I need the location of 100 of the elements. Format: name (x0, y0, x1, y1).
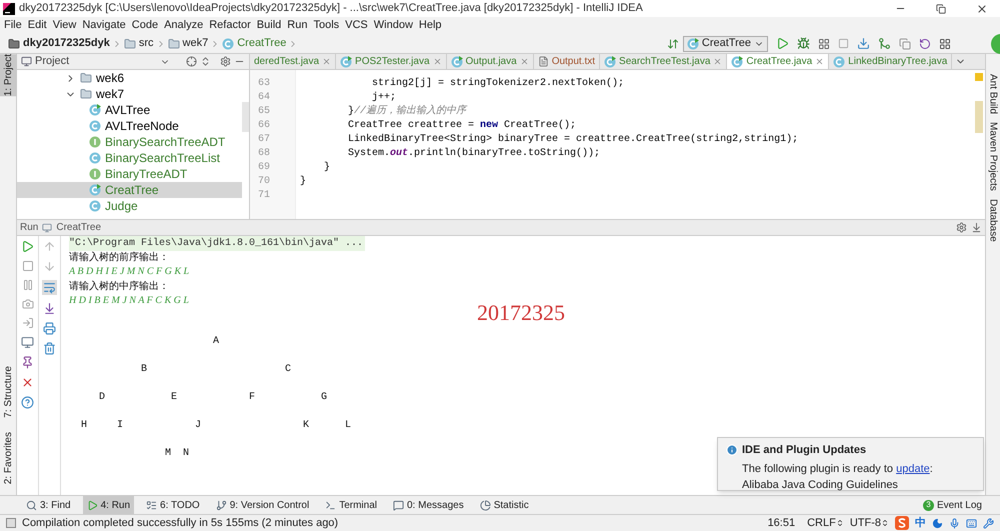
menu-item[interactable]: Run (287, 17, 308, 34)
project-panel-title[interactable]: Project (35, 54, 70, 70)
coverage-icon[interactable] (818, 38, 830, 50)
editor-tab[interactable]: Output.java (446, 54, 534, 69)
pin-icon[interactable] (21, 356, 34, 369)
line-separator[interactable]: CRLF (807, 514, 836, 531)
tool-window-stripe-button[interactable]: 1: Project (0, 54, 17, 96)
run-config-tab[interactable]: CreatTree (56, 220, 102, 235)
scroll-to-end-icon[interactable] (43, 302, 56, 315)
tool-window-tab[interactable]: Statistic (476, 496, 533, 514)
menu-item[interactable]: Tools (313, 17, 340, 34)
tool-window-tab[interactable]: 6: TODO (142, 496, 204, 514)
wrench-icon[interactable] (983, 518, 994, 528)
exit-icon[interactable] (22, 317, 34, 329)
rerun-icon[interactable] (21, 240, 34, 253)
tool-window-stripe-button[interactable]: Database (986, 198, 1000, 242)
project-tree-item[interactable]: BinaryTreeADT (17, 166, 242, 182)
editor-tab[interactable]: POS2Tester.java (336, 54, 447, 69)
menu-item[interactable]: Help (418, 17, 442, 34)
restore-icon[interactable] (936, 4, 946, 14)
layout-icon[interactable] (21, 336, 34, 349)
debug-icon[interactable] (797, 37, 810, 50)
up-down-icon[interactable] (881, 519, 889, 527)
sort-icon[interactable] (666, 38, 679, 50)
collapse-all-icon[interactable] (200, 56, 211, 67)
breadcrumb[interactable]: dky20172325dyk (6, 35, 112, 52)
menu-item[interactable]: View (52, 17, 76, 34)
code-line: CreatTree creattree = new CreatTree(); (347, 119, 578, 133)
menu-item[interactable]: VCS (345, 17, 368, 34)
keyboard-icon[interactable] (966, 518, 977, 528)
breadcrumb[interactable]: wek7 (166, 35, 210, 52)
up-down-icon[interactable] (836, 519, 844, 527)
close-tab-icon[interactable] (520, 57, 529, 66)
scrollbar[interactable] (242, 102, 249, 132)
menu-item[interactable]: Analyze (164, 17, 204, 34)
file-encoding[interactable]: UTF-8 (850, 514, 881, 531)
soft-wrap-button[interactable] (42, 280, 57, 295)
settings-icon[interactable] (956, 222, 967, 233)
compare-icon[interactable] (899, 38, 911, 50)
tool-window-stripe-button[interactable]: 2: Favorites (0, 432, 17, 484)
hide-icon[interactable] (971, 222, 982, 233)
project-tree-item[interactable]: AVLTreeNode (17, 118, 242, 134)
tool-window-tab[interactable]: 3: Find (22, 496, 75, 514)
tool-window-tab[interactable]: 4: Run (82, 496, 134, 514)
student-id-annotation: 20172325 (477, 299, 565, 327)
clear-icon[interactable] (43, 342, 56, 355)
breadcrumb[interactable]: src (122, 35, 156, 52)
input-mode[interactable]: 中 (915, 514, 926, 531)
menu-item[interactable]: Build (256, 17, 282, 34)
tool-window-tab[interactable]: Terminal (321, 496, 381, 514)
project-tree-item[interactable]: BinarySearchTreeList (17, 150, 242, 166)
project-tree-item[interactable]: AVLTree (17, 102, 242, 118)
close-icon[interactable] (21, 376, 34, 389)
menu-item[interactable]: Navigate (82, 17, 126, 34)
moon-icon[interactable] (932, 518, 943, 528)
revert-icon[interactable] (919, 38, 931, 50)
tool-window-stripe-button[interactable]: Maven Projects (986, 122, 1000, 191)
tool-window-stripe-button[interactable]: 7: Structure (0, 366, 17, 418)
editor-tab[interactable]: LinkedBinaryTree.java (829, 54, 952, 69)
menu-item[interactable]: Code (132, 17, 158, 34)
project-tree-item[interactable]: wek7 (17, 86, 242, 102)
project-structure-icon[interactable] (939, 38, 951, 50)
update-project-icon[interactable] (857, 37, 870, 50)
event-log-tab[interactable]: 3 Event Log (922, 496, 1000, 514)
menu-item[interactable]: File (4, 17, 22, 34)
caret-position[interactable]: 16:51 (768, 514, 796, 531)
help-icon[interactable] (21, 396, 34, 409)
breadcrumb[interactable]: CreatTree (220, 35, 288, 52)
close-tab-icon[interactable] (713, 57, 722, 66)
close-tab-icon[interactable] (432, 57, 442, 66)
close-icon[interactable] (976, 2, 988, 14)
menu-item[interactable]: Edit (28, 17, 47, 34)
settings-icon[interactable] (220, 56, 231, 67)
dump-threads-icon[interactable] (22, 298, 34, 310)
tool-window-stripe-button[interactable]: Ant Build (986, 74, 1000, 114)
tool-window-tab[interactable]: 0: Messages (389, 496, 468, 514)
line-number: 70 (258, 175, 270, 189)
editor-tab[interactable]: deredTest.java (250, 54, 336, 69)
print-icon[interactable] (43, 322, 56, 335)
project-tree-item[interactable]: Judge (17, 198, 242, 214)
editor-tab[interactable]: CreatTree.java (727, 54, 830, 69)
locate-icon[interactable] (186, 56, 197, 67)
microphone-icon[interactable] (949, 518, 960, 528)
update-link[interactable]: update (896, 462, 930, 474)
project-tree-item[interactable]: BinarySearchTreeADT (17, 134, 242, 150)
status-toggle[interactable] (6, 518, 16, 528)
close-tab-icon[interactable] (815, 57, 824, 66)
run-config-dropdown[interactable]: CreatTree (682, 36, 768, 52)
stop-icon[interactable] (22, 260, 34, 272)
editor-tab[interactable]: Output.txt (534, 54, 600, 69)
console-output: 请输入树的前序输出： (69, 250, 169, 265)
vcs-commit-icon[interactable] (878, 37, 891, 50)
menu-item[interactable]: Refactor (209, 17, 251, 34)
pause-icon[interactable] (22, 279, 34, 291)
menu-item[interactable]: Window (374, 17, 413, 34)
close-tab-icon[interactable] (322, 57, 332, 66)
run-icon[interactable] (776, 37, 789, 50)
tool-window-tab[interactable]: 9: Version Control (212, 496, 314, 514)
project-tree-item[interactable]: wek6 (17, 70, 242, 86)
notification-message: The following plugin is ready to update: (741, 462, 934, 476)
